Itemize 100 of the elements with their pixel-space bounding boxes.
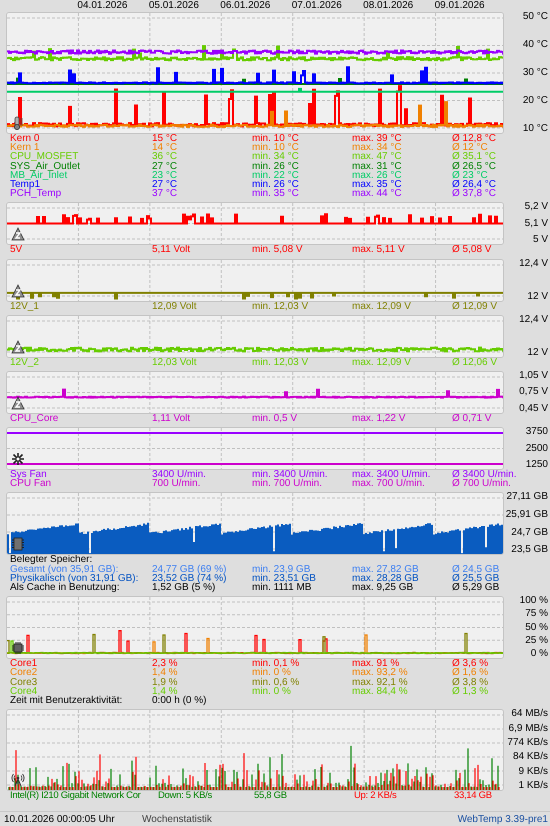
axis-label: 10 °C [522,124,548,134]
axis-label: 0,45 V [519,404,548,414]
axis-label: 774 KB/s [507,738,548,748]
statistic-mode-label: Wochenstatistik [142,814,212,825]
max-value: max. 35 °C [352,180,403,190]
axis-label: 24,7 GB [511,528,548,538]
current-value: 27 °C [152,180,178,190]
stat-value: 0:00 h (0 %) [152,696,208,706]
axis-label: 5 V [532,235,548,246]
axis-label: 50 °C [522,12,548,22]
current-value: 27 °C [152,162,178,171]
max-value: max. 27,82 GB [352,564,420,574]
axis-label: 0 % [530,649,548,660]
current-value: 1,4 % [152,668,179,678]
average-value: Ø 1,3 % [452,686,490,696]
axis-label: 2500 [526,444,548,454]
average-value: Ø 23 °C [452,170,488,180]
max-value: max. 700 U/min. [352,479,426,488]
current-value: 1,9 % [152,678,179,687]
series-name: 12V_1 [10,302,40,311]
min-value: min. 23,51 GB [252,574,317,584]
series-name: Core3 [10,678,38,687]
fan-icon [11,452,25,466]
max-value: max. 84,4 % [352,686,409,696]
date-label: 06.01.2026 [220,0,272,12]
date-label: 05.01.2026 [148,0,200,12]
axis-label: 64 MB/s [511,709,548,720]
average-value: Ø 1,6 % [452,668,490,678]
average-value: Ø 25,5 GB [452,574,500,584]
axis-label: 12,4 V [519,314,548,325]
adapter-name: Intel(R) I210 Gigabit Network Cor [10,791,142,802]
average-value: Ø 3,6 % [452,659,490,668]
axis-label: 9 KB/s [518,766,548,777]
current-value: 12,03 Volt [152,358,198,367]
series-name: PCH_Temp [10,189,62,198]
average-value: Ø 26,4 °C [452,180,498,190]
min-value: min. 10 °C [252,134,300,144]
max-value: max. 93,2 % [352,668,409,678]
average-value: Ø 5,08 V [452,245,492,255]
average-value: Ø 37,8 °C [452,189,498,198]
min-value: min. 0,1 % [252,659,300,668]
max-value: max. 12,09 V [352,358,412,367]
max-value: max. 26 °C [352,170,403,180]
average-value: Ø 35,1 °C [452,152,498,162]
series-name: Physikalisch (von 31,91 GB): [10,574,140,584]
average-value: Ø 700 U/min. [452,479,512,488]
max-value: max. 39 °C [352,134,403,144]
memory-chip-icon [11,537,25,552]
max-value: max. 34 °C [352,143,403,152]
average-value: Ø 12,09 V [452,302,498,311]
axis-label: 1250 [526,460,548,470]
min-value: min. 700 U/min. [252,479,324,488]
min-value: min. 0 % [252,668,291,678]
version-label: WebTemp 3.39-pre1 [458,814,548,825]
current-value: 37 °C [152,189,178,198]
min-value: min. 23,9 GB [252,564,310,574]
max-value: max. 47 °C [352,152,403,162]
average-value: Ø 12 °C [452,143,488,152]
max-value: max. 5,11 V [352,245,406,255]
current-value: 12,09 Volt [152,302,198,311]
min-value: min. 22 °C [252,170,300,180]
cpu-chip-icon [11,641,25,656]
series-name: Kern 0 [10,134,40,144]
lightning-triangle-icon [11,284,25,298]
axis-label: 5,2 V [524,202,548,212]
series-name: 12V_2 [10,358,40,367]
axis-label: 25 % [525,636,548,646]
min-value: min. 3400 U/min. [252,470,329,480]
series-name: 5V [10,245,24,255]
section-heading: Belegter Speicher: [10,555,92,565]
series-name: Core4 [10,686,38,696]
current-value: 2,3 % [152,659,179,668]
upload-rate: Up: 2 KB/s [354,791,398,802]
min-value: min. 0 % [252,686,292,696]
min-value: min. 5,08 V [252,245,304,255]
axis-label: 84 KB/s [512,752,548,762]
max-value: max. 1,22 V [352,414,406,424]
axis-label: 1 KB/s [518,781,548,792]
axis-label: 12,4 V [519,258,548,268]
axis-label: 1,05 V [519,370,548,381]
antenna-icon [11,773,25,788]
series-name: CPU_MOSFET [10,152,78,162]
lightning-triangle-icon [11,227,25,242]
series-name: Als Cache in Benutzung: [10,583,120,592]
min-value: min. 12,03 V [252,358,310,367]
average-value: Ø 3,8 % [452,678,490,687]
date-label: 09.01.2026 [434,0,486,12]
current-value: 23,52 GB (74 %) [152,574,228,584]
axis-label: 25,91 GB [506,510,548,520]
min-value: min. 0,5 V [252,414,298,424]
max-value: max. 12,09 V [352,302,412,311]
min-value: min. 26 °C [252,180,300,190]
max-value: max. 92,1 % [352,678,409,687]
series-name: CPU_Core [10,414,60,424]
date-label: 08.01.2026 [363,0,414,12]
axis-label: 50 % [525,622,548,633]
average-value: Ø 24,5 GB [452,564,500,574]
current-value: 1,4 % [152,686,178,696]
min-value: min. 1111 MB [252,583,312,592]
min-value: min. 26 °C [252,162,300,171]
